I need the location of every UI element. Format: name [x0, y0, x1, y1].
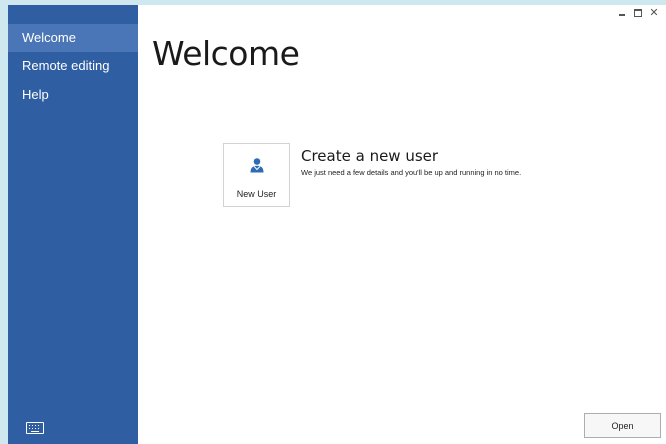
- minimize-icon: [619, 14, 625, 16]
- user-icon: [250, 158, 264, 173]
- keyboard-icon[interactable]: [26, 422, 44, 434]
- new-user-tile[interactable]: New User: [223, 143, 290, 207]
- close-icon: ✕: [649, 6, 659, 19]
- sidebar-item-welcome[interactable]: Welcome: [8, 24, 138, 52]
- main-content: ✕ Welcome New User Create a new user We …: [138, 5, 666, 444]
- maximize-button[interactable]: [630, 5, 646, 21]
- page-title: Welcome: [152, 34, 300, 73]
- create-user-description: We just need a few details and you'll be…: [301, 168, 522, 177]
- close-button[interactable]: ✕: [646, 5, 662, 21]
- app-window: Welcome Remote editing Help ✕ Welcome Ne…: [8, 5, 666, 444]
- open-button[interactable]: Open: [584, 413, 661, 438]
- sidebar-item-help[interactable]: Help: [8, 81, 138, 109]
- create-user-heading: Create a new user: [301, 147, 439, 165]
- sidebar-item-remote-editing[interactable]: Remote editing: [8, 52, 138, 80]
- sidebar: Welcome Remote editing Help: [8, 5, 138, 444]
- maximize-icon: [634, 9, 642, 17]
- window-controls: ✕: [614, 5, 662, 21]
- app-frame: Welcome Remote editing Help ✕ Welcome Ne…: [0, 0, 666, 444]
- minimize-button[interactable]: [614, 5, 630, 21]
- new-user-label: New User: [236, 189, 277, 199]
